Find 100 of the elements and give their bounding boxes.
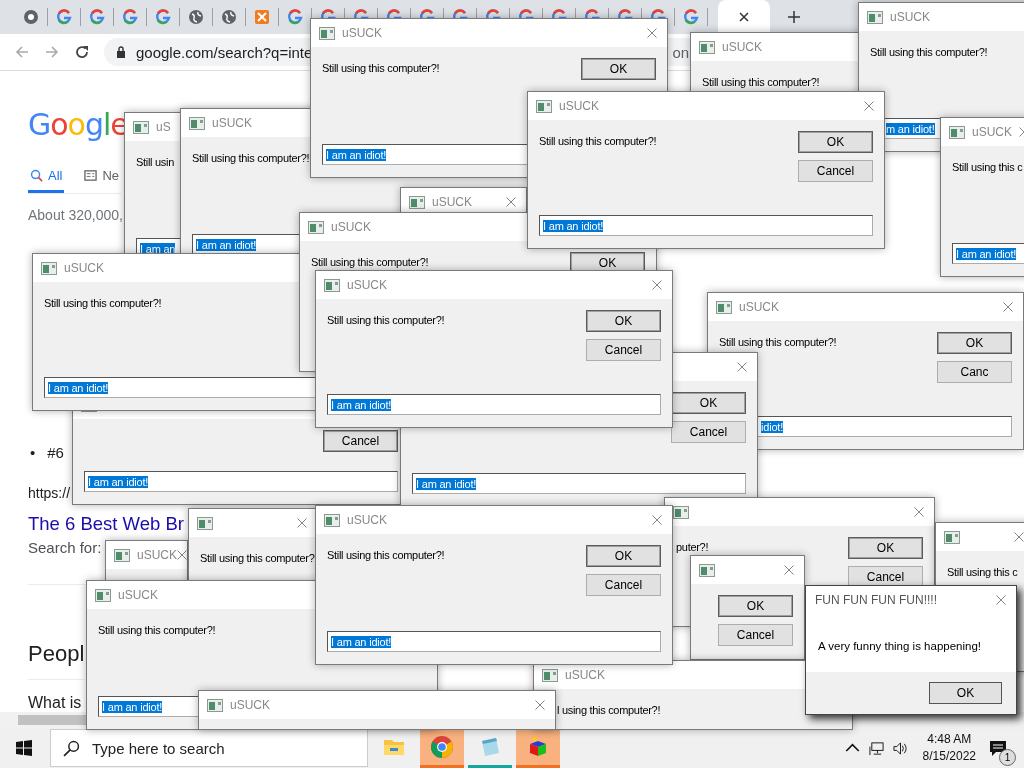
browser-tab-icon[interactable] [683,9,699,25]
dialog-button[interactable]: OK [929,682,1002,704]
window-title: uSUCK [64,261,104,275]
window-title: uSUCK [137,548,177,562]
window-title: uSUCK [972,125,1012,139]
message-text: Still using this computer?! [192,152,310,164]
dialog-button[interactable]: OK [586,545,661,567]
text-field[interactable]: I am an idiot! [327,631,661,652]
taskbar-app[interactable] [516,728,560,768]
message-text: Still usin [136,156,174,168]
browser-tab-icon[interactable] [23,9,39,25]
section-title: Peopl [28,641,85,680]
text-field[interactable]: I am an idiot! [327,394,661,415]
window-title: uSUCK [342,26,382,40]
bullet: • [30,444,36,461]
browser-tab-icon[interactable] [56,9,72,25]
dialog-button[interactable]: OK [718,595,793,617]
dialog-button[interactable]: Canc [937,361,1012,383]
browser-tab-icon[interactable] [155,9,171,25]
app-icon [197,516,213,530]
message-text: Still using this computer?! [539,135,657,147]
dialog-button[interactable]: OK [581,58,656,80]
app-icon [949,125,965,139]
search-icon [30,169,43,182]
list-item: #6 [47,444,64,461]
chrome-icon [430,734,454,759]
text-field[interactable]: I am an idiot! [952,243,1024,264]
search-tab[interactable]: All [28,164,65,193]
message-text: Still using this computer?! [98,624,216,636]
dialog-button[interactable]: Cancel [718,624,793,646]
message-text: Still using this computer?! [870,46,988,58]
window-title: uSUCK [118,588,158,602]
window-title: uSUCK [559,99,599,113]
app-icon [114,548,130,562]
clock[interactable]: 4:48 AM 8/15/2022 [922,731,976,765]
message-text: Still using this computer?! [327,549,445,561]
browser-tab-icon[interactable] [287,9,303,25]
dialog-button[interactable]: OK [848,537,923,559]
search-icon [63,739,80,757]
message-text: A very funny thing is happening! [818,640,982,652]
taskbar-search-field[interactable]: Type here to search [50,729,368,767]
window-title: uSUCK [347,513,387,527]
dialog-button[interactable]: OK [586,310,661,332]
close-icon[interactable] [739,12,749,22]
question-item[interactable]: What is [28,694,82,712]
app-icon [41,261,57,275]
active-tab[interactable] [718,0,770,34]
reload-icon[interactable] [74,44,90,60]
dialog-button[interactable]: OK [937,332,1012,354]
message-text: Still using this c [952,161,1023,173]
app-icon [324,513,340,527]
window-title: uSUCK [230,698,270,712]
result-url: https:// [28,485,71,501]
window-title: uSUCK [432,195,472,209]
news-icon [84,169,98,182]
start-icon[interactable] [16,740,32,756]
volume-icon[interactable] [892,740,908,756]
app-icon [944,530,960,544]
app-icon [319,26,335,40]
dialog-button[interactable]: Cancel [798,160,873,182]
browser-tab-icon[interactable] [122,9,138,25]
dialog-button[interactable]: Cancel [848,566,923,588]
app-icon [207,698,223,712]
app-icon [95,588,111,602]
network-icon[interactable] [868,740,884,756]
message-text: puter?! [676,541,709,553]
dialog-button[interactable]: OK [798,131,873,153]
message-text: Still using this computer?! [327,314,445,326]
search-tab[interactable]: Ne [82,164,122,193]
dialog-button[interactable]: OK [671,392,746,414]
dialog-button[interactable]: Cancel [586,339,661,361]
text-field[interactable]: I am an idiot! [412,473,746,494]
dialog-button[interactable]: Cancel [586,574,661,596]
window-title: uSUCK [212,116,252,130]
browser-tab-icon[interactable] [221,9,237,25]
window-title: uSUCK [565,668,605,682]
browser-tab-icon[interactable] [254,9,270,25]
back-icon[interactable] [14,44,30,60]
notification-count: 1 [999,749,1016,766]
message-text: Still using this computer?! [719,336,837,348]
new-tab-icon[interactable] [788,11,800,23]
message-text: Still using this computer?! [311,256,429,268]
result-stats: About 320,000, [28,207,123,223]
window-title: uSUCK [347,278,387,292]
app-icon [133,120,149,134]
message-text: Still using this computer?! [44,297,162,309]
app-icon [536,99,552,113]
app-icon [189,116,205,130]
app-icon [716,300,732,314]
message-text: Still using this computer?! [322,62,440,74]
browser-tab-icon[interactable] [89,9,105,25]
forward-icon[interactable] [44,44,60,60]
taskbar-app[interactable] [420,728,464,768]
dialog-button[interactable]: Cancel [323,430,398,452]
text-field[interactable]: I am an idiot! [84,471,398,492]
window-title: uSUCK [722,40,762,54]
browser-tab-icon[interactable] [188,9,204,25]
text-field[interactable]: I am an idiot! [539,215,873,236]
result-link[interactable]: The 6 Best Web Br [28,513,184,535]
dialog-button[interactable]: Cancel [671,421,746,443]
